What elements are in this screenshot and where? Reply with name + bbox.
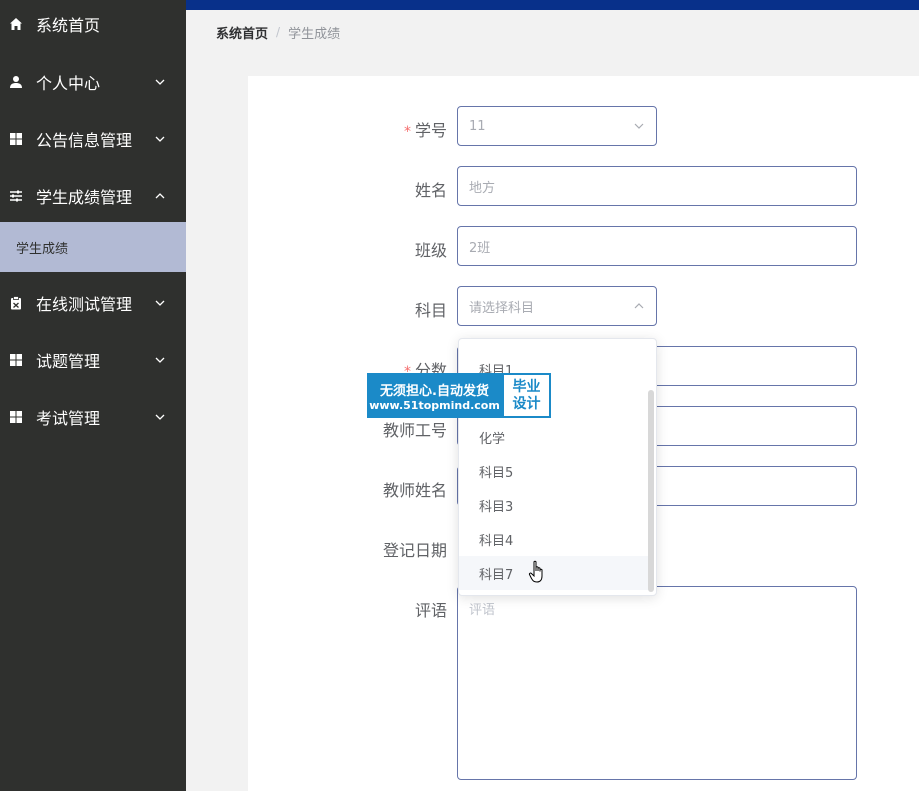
subject-select[interactable]: 请选择科目	[457, 286, 657, 326]
grid-icon	[9, 410, 23, 424]
student-no-select[interactable]: 11	[457, 106, 657, 146]
comment-label: 评语	[414, 601, 447, 620]
dropdown-scrollbar[interactable]	[648, 390, 654, 592]
sliders-icon	[9, 189, 23, 203]
sidebar-item-personal-center[interactable]: 个人中心	[0, 53, 186, 110]
comment-textarea[interactable]: 评语	[457, 586, 857, 780]
sidebar: 系统首页 个人中心 公告信息管理 学生成绩管理 学生成绩 在线测试管理 试题管理…	[0, 0, 186, 791]
chevron-down-icon	[155, 414, 165, 420]
chevron-down-icon	[155, 300, 165, 306]
dropdown-option[interactable]: 化学	[459, 420, 650, 454]
sidebar-item-label: 试题管理	[36, 351, 101, 371]
sidebar-item-label: 学生成绩管理	[36, 187, 133, 207]
dropdown-option-hovered[interactable]: 科目7	[459, 556, 650, 590]
grid-icon	[9, 132, 23, 146]
sidebar-item-notice-management[interactable]: 公告信息管理	[0, 110, 186, 167]
teacher-no-label: 教师工号	[382, 421, 447, 440]
student-no-label: * 学号	[403, 121, 447, 140]
sidebar-subitem-student-score[interactable]: 学生成绩	[0, 222, 186, 272]
chevron-down-icon	[634, 123, 644, 129]
watermark-line2: www.51topmind.com	[369, 398, 500, 412]
breadcrumb: 系统首页 / 学生成绩	[216, 23, 341, 42]
watermark-badge: 毕业 设计	[502, 373, 551, 418]
dropdown-option[interactable]: 科目5	[459, 454, 650, 488]
watermark-line1: 无须担心.自动发货	[380, 383, 489, 399]
top-navbar	[186, 0, 919, 10]
chevron-down-icon	[155, 79, 165, 85]
sidebar-item-label: 在线测试管理	[36, 294, 133, 314]
chevron-down-icon	[155, 136, 165, 142]
dropdown-option[interactable]: 科目3	[459, 488, 650, 522]
sidebar-subitem-label: 学生成绩	[16, 241, 69, 257]
sidebar-item-label: 考试管理	[36, 408, 101, 428]
grid-icon	[9, 353, 23, 367]
sidebar-item-exam-management[interactable]: 考试管理	[0, 388, 186, 445]
name-field[interactable]: 地方	[457, 166, 857, 206]
sidebar-item-label: 系统首页	[36, 15, 101, 35]
date-label: 登记日期	[382, 541, 447, 560]
breadcrumb-separator: /	[276, 25, 281, 39]
dropdown-option[interactable]: 科目4	[459, 522, 650, 556]
user-icon	[9, 75, 23, 89]
sidebar-item-label: 个人中心	[36, 73, 101, 93]
chevron-up-icon	[155, 192, 165, 198]
subject-label: 科目	[414, 301, 447, 320]
breadcrumb-home[interactable]: 系统首页	[216, 23, 268, 42]
sidebar-item-online-test-management[interactable]: 在线测试管理	[0, 274, 186, 331]
class-field[interactable]: 2班	[457, 226, 857, 266]
class-label: 班级	[414, 241, 447, 260]
breadcrumb-current: 学生成绩	[288, 26, 341, 42]
chevron-down-icon	[155, 357, 165, 363]
sidebar-item-label: 公告信息管理	[36, 130, 133, 150]
sidebar-item-question-management[interactable]: 试题管理	[0, 331, 186, 388]
name-label: 姓名	[414, 181, 447, 200]
watermark: 无须担心.自动发货 www.51topmind.com 毕业 设计	[367, 373, 551, 418]
teacher-name-label: 教师姓名	[382, 481, 447, 500]
chevron-up-icon	[634, 303, 644, 309]
hand-cursor-icon	[528, 560, 543, 583]
sidebar-item-home[interactable]: 系统首页	[0, 0, 186, 52]
sidebar-item-score-management[interactable]: 学生成绩管理	[0, 167, 186, 224]
home-icon	[9, 17, 23, 31]
clipboard-icon	[9, 295, 23, 310]
